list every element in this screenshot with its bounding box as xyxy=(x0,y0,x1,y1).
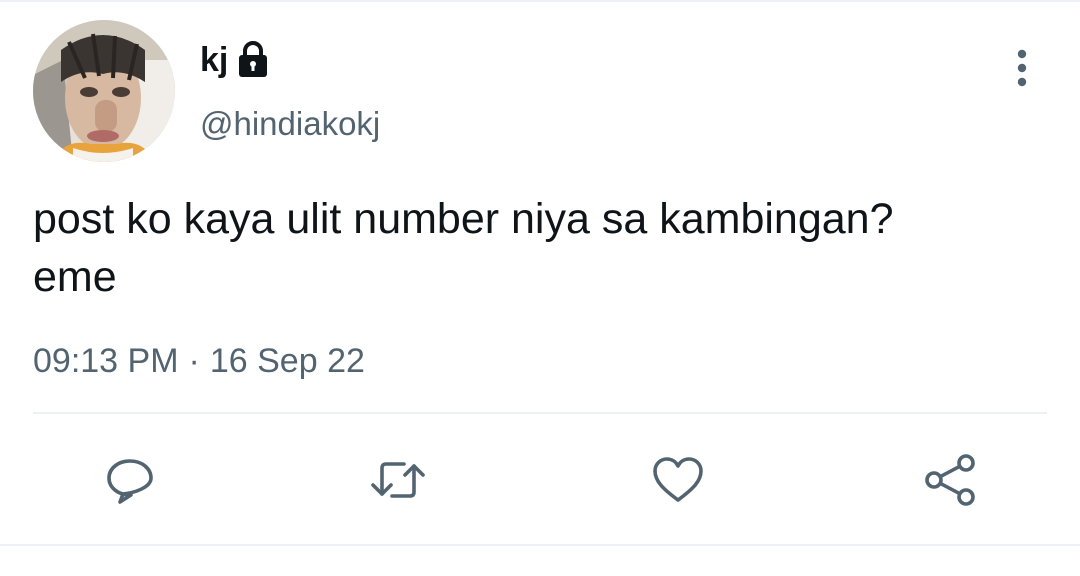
heart-icon xyxy=(653,457,703,502)
meta-separator: · xyxy=(188,342,200,380)
avatar[interactable] xyxy=(33,20,175,162)
tweet-detail: kj @hindiakokj post ko kaya ulit number … xyxy=(0,0,1080,576)
more-vertical-icon[interactable] xyxy=(1008,46,1036,90)
tweet-timestamp[interactable]: 09:13 PM · 16 Sep 22 xyxy=(33,338,365,384)
like-button[interactable] xyxy=(650,452,706,508)
avatar-image xyxy=(33,20,175,162)
author-handle[interactable]: @hindiakokj xyxy=(200,102,380,146)
share-icon xyxy=(925,454,975,506)
tweet-date: 16 Sep 22 xyxy=(209,342,365,380)
share-button[interactable] xyxy=(922,452,978,508)
author-name-row[interactable]: kj xyxy=(200,38,270,82)
reply-button[interactable] xyxy=(102,452,158,508)
comment-icon xyxy=(107,459,153,504)
tweet-text: post ko kaya ulit number niya sa kambing… xyxy=(33,195,894,301)
retweet-button[interactable] xyxy=(370,452,426,508)
lock-icon xyxy=(239,41,268,77)
tweet-time: 09:13 PM xyxy=(33,342,179,380)
bottom-divider xyxy=(0,544,1080,546)
actions-divider xyxy=(33,412,1047,414)
retweet-icon xyxy=(371,462,425,498)
display-name[interactable]: kj xyxy=(200,38,228,82)
top-divider xyxy=(0,0,1080,2)
